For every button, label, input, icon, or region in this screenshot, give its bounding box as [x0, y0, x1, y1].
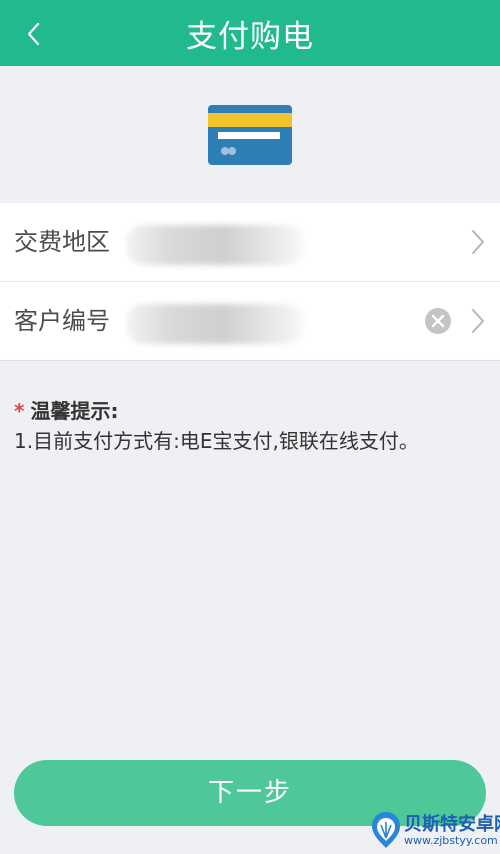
page-title: 支付购电: [186, 18, 314, 55]
shell-logo-icon: [372, 812, 400, 848]
credit-card-icon: [208, 105, 292, 165]
tips-line: 1.目前支付方式有:电E宝支付,银联在线支付。: [14, 429, 419, 453]
tips-title: * 温馨提示:: [14, 396, 494, 426]
tips-title-text: 温馨提示:: [30, 399, 119, 423]
region-row[interactable]: 交费地区: [0, 203, 500, 282]
page: 支付购电 交费地区 客户编号 * 温馨提示: 1.目前支付方式有:电E宝支付,银…: [0, 0, 500, 854]
watermark-url: www.zjbstyy.com: [404, 834, 498, 847]
watermark-logo: 贝斯特安卓网 www.zjbstyy.com: [368, 806, 500, 854]
chevron-left-icon: [27, 22, 40, 46]
customer-number-input[interactable]: [126, 304, 304, 344]
customer-number-label: 客户编号: [14, 307, 110, 335]
app-header: 支付购电: [0, 0, 500, 66]
chevron-right-icon: [472, 309, 484, 333]
back-button[interactable]: [14, 14, 54, 54]
region-value: [126, 225, 304, 265]
region-label: 交费地区: [14, 228, 110, 256]
tips-notice: * 温馨提示: 1.目前支付方式有:电E宝支付,银联在线支付。: [14, 396, 494, 456]
chevron-right-icon: [472, 230, 484, 254]
watermark-name: 贝斯特安卓网: [404, 814, 500, 835]
required-star: *: [14, 399, 25, 423]
clear-icon[interactable]: [424, 307, 452, 335]
payment-form: 交费地区 客户编号: [0, 203, 500, 361]
